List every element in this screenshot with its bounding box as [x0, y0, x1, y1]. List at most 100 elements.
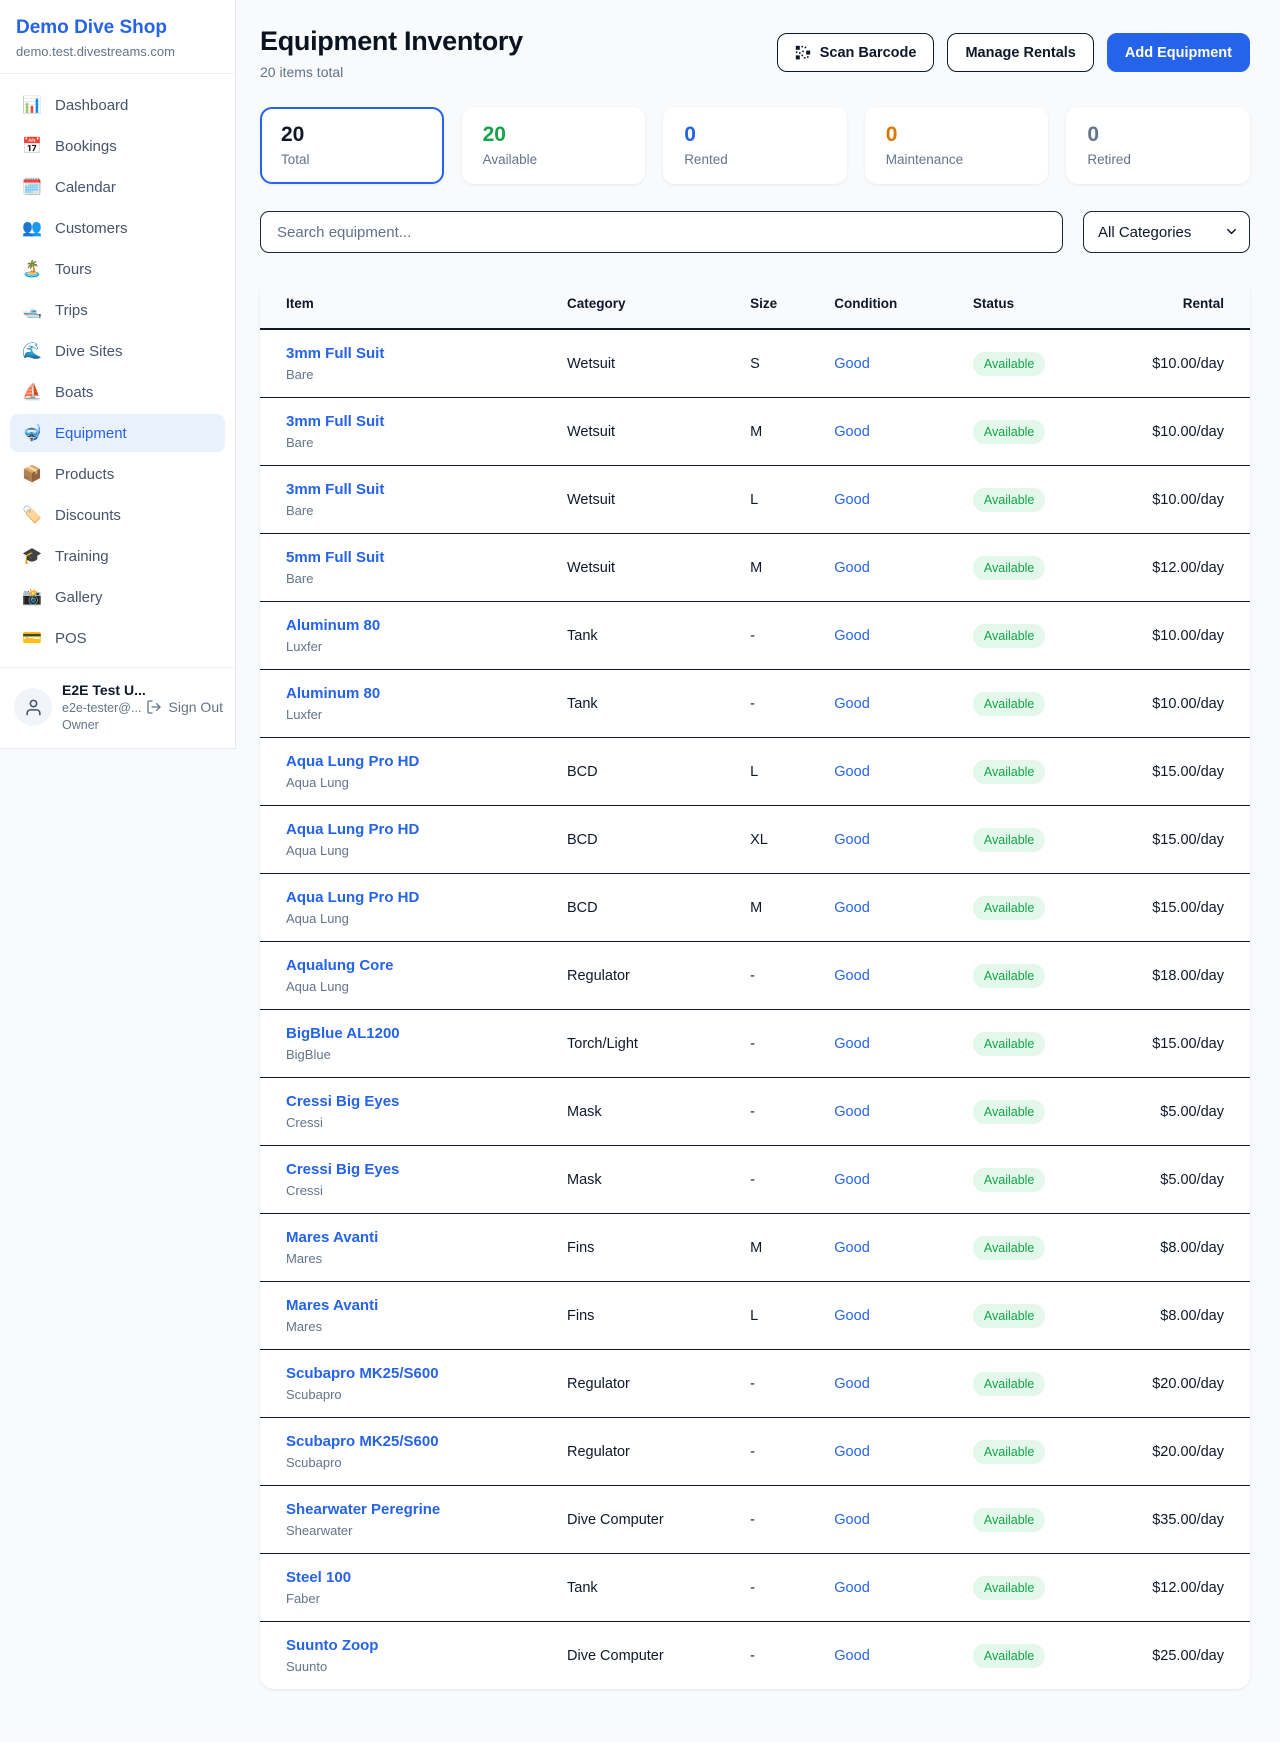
item-link[interactable]: Suunto Zoop [286, 1637, 378, 1654]
stat-card-rented[interactable]: 0Rented [663, 107, 847, 184]
stat-label: Available [483, 152, 625, 167]
stat-card-retired[interactable]: 0Retired [1066, 107, 1250, 184]
condition-link[interactable]: Good [834, 1172, 869, 1188]
item-category: BCD [557, 874, 740, 942]
item-link[interactable]: Shearwater Peregrine [286, 1501, 440, 1518]
sidebar-item-trips[interactable]: 🛥️Trips [10, 291, 225, 329]
condition-link[interactable]: Good [834, 1580, 869, 1596]
item-brand: BigBlue [286, 1047, 547, 1062]
stat-value: 0 [684, 123, 826, 147]
sidebar-item-bookings[interactable]: 📅Bookings [10, 127, 225, 165]
table-row: Aqua Lung Pro HDAqua LungBCDMGoodAvailab… [260, 874, 1250, 942]
item-link[interactable]: BigBlue AL1200 [286, 1025, 400, 1042]
condition-link[interactable]: Good [834, 764, 869, 780]
calendar-icon: 🗓️ [22, 177, 42, 197]
brand-name[interactable]: Demo Dive Shop [16, 17, 219, 39]
item-link[interactable]: Scubapro MK25/S600 [286, 1433, 439, 1450]
condition-link[interactable]: Good [834, 1512, 869, 1528]
condition-link[interactable]: Good [834, 1104, 869, 1120]
item-link[interactable]: 3mm Full Suit [286, 413, 384, 430]
sidebar-item-pos[interactable]: 💳POS [10, 619, 225, 657]
item-size: - [740, 1350, 824, 1418]
item-link[interactable]: Cressi Big Eyes [286, 1093, 399, 1110]
sidebar-item-equipment[interactable]: 🤿Equipment [10, 414, 225, 452]
condition-link[interactable]: Good [834, 492, 869, 508]
condition-link[interactable]: Good [834, 1240, 869, 1256]
item-link[interactable]: Aqua Lung Pro HD [286, 753, 419, 770]
item-link[interactable]: Mares Avanti [286, 1229, 378, 1246]
rental-rate: $10.00/day [1106, 466, 1250, 534]
sidebar-item-label: Training [55, 548, 109, 565]
condition-link[interactable]: Good [834, 900, 869, 916]
category-select[interactable]: All Categories [1083, 211, 1250, 253]
item-brand: Cressi [286, 1115, 547, 1130]
condition-link[interactable]: Good [834, 832, 869, 848]
item-link[interactable]: Steel 100 [286, 1569, 351, 1586]
item-link[interactable]: Aluminum 80 [286, 617, 380, 634]
item-link[interactable]: 3mm Full Suit [286, 345, 384, 362]
sidebar-item-gallery[interactable]: 📸Gallery [10, 578, 225, 616]
item-size: M [740, 1214, 824, 1282]
manage-rentals-button[interactable]: Manage Rentals [947, 33, 1093, 72]
status-badge: Available [973, 1372, 1046, 1396]
item-category: Regulator [557, 1350, 740, 1418]
sidebar-item-dashboard[interactable]: 📊Dashboard [10, 86, 225, 124]
stat-cards: 20Total20Available0Rented0Maintenance0Re… [260, 107, 1250, 184]
item-link[interactable]: Aqua Lung Pro HD [286, 889, 419, 906]
item-size: - [740, 1554, 824, 1622]
condition-link[interactable]: Good [834, 1308, 869, 1324]
status-badge: Available [973, 1032, 1046, 1056]
condition-link[interactable]: Good [834, 424, 869, 440]
item-size: - [740, 1622, 824, 1690]
sidebar-item-tours[interactable]: 🏝️Tours [10, 250, 225, 288]
column-header-category: Category [557, 279, 740, 329]
item-link[interactable]: 3mm Full Suit [286, 481, 384, 498]
item-link[interactable]: Aqua Lung Pro HD [286, 821, 419, 838]
item-link[interactable]: Aluminum 80 [286, 685, 380, 702]
condition-link[interactable]: Good [834, 560, 869, 576]
item-category: Wetsuit [557, 398, 740, 466]
sidebar-item-products[interactable]: 📦Products [10, 455, 225, 493]
condition-link[interactable]: Good [834, 968, 869, 984]
item-link[interactable]: 5mm Full Suit [286, 549, 384, 566]
item-category: Mask [557, 1078, 740, 1146]
condition-link[interactable]: Good [834, 1376, 869, 1392]
condition-link[interactable]: Good [834, 1444, 869, 1460]
condition-link[interactable]: Good [834, 696, 869, 712]
status-badge: Available [973, 896, 1046, 920]
search-input[interactable] [260, 211, 1063, 253]
item-link[interactable]: Aqualung Core [286, 957, 394, 974]
condition-link[interactable]: Good [834, 1036, 869, 1052]
item-link[interactable]: Scubapro MK25/S600 [286, 1365, 439, 1382]
sidebar-item-label: Boats [55, 384, 93, 401]
stat-card-available[interactable]: 20Available [462, 107, 646, 184]
table-row: 3mm Full SuitBareWetsuitSGoodAvailable$1… [260, 329, 1250, 398]
condition-link[interactable]: Good [834, 628, 869, 644]
stat-card-total[interactable]: 20Total [260, 107, 444, 184]
sidebar-item-calendar[interactable]: 🗓️Calendar [10, 168, 225, 206]
column-header-size: Size [740, 279, 824, 329]
pos-icon: 💳 [22, 628, 42, 648]
status-badge: Available [973, 1644, 1046, 1668]
item-link[interactable]: Mares Avanti [286, 1297, 378, 1314]
add-equipment-button[interactable]: Add Equipment [1107, 33, 1250, 72]
discounts-icon: 🏷️ [22, 505, 42, 525]
scan-barcode-button[interactable]: Scan Barcode [777, 33, 935, 72]
sidebar-item-dive-sites[interactable]: 🌊Dive Sites [10, 332, 225, 370]
stat-card-maintenance[interactable]: 0Maintenance [865, 107, 1049, 184]
sidebar-item-boats[interactable]: ⛵Boats [10, 373, 225, 411]
sidebar-item-customers[interactable]: 👥Customers [10, 209, 225, 247]
condition-link[interactable]: Good [834, 1648, 869, 1664]
sidebar-item-training[interactable]: 🎓Training [10, 537, 225, 575]
item-link[interactable]: Cressi Big Eyes [286, 1161, 399, 1178]
dive-sites-icon: 🌊 [22, 341, 42, 361]
rental-rate: $10.00/day [1106, 670, 1250, 738]
condition-link[interactable]: Good [834, 356, 869, 372]
item-category: Wetsuit [557, 534, 740, 602]
rental-rate: $15.00/day [1106, 738, 1250, 806]
user-email: e2e-tester@... [62, 701, 136, 715]
item-category: Wetsuit [557, 466, 740, 534]
sign-out-button[interactable]: Sign Out [146, 699, 223, 715]
sidebar-item-discounts[interactable]: 🏷️Discounts [10, 496, 225, 534]
rental-rate: $15.00/day [1106, 874, 1250, 942]
